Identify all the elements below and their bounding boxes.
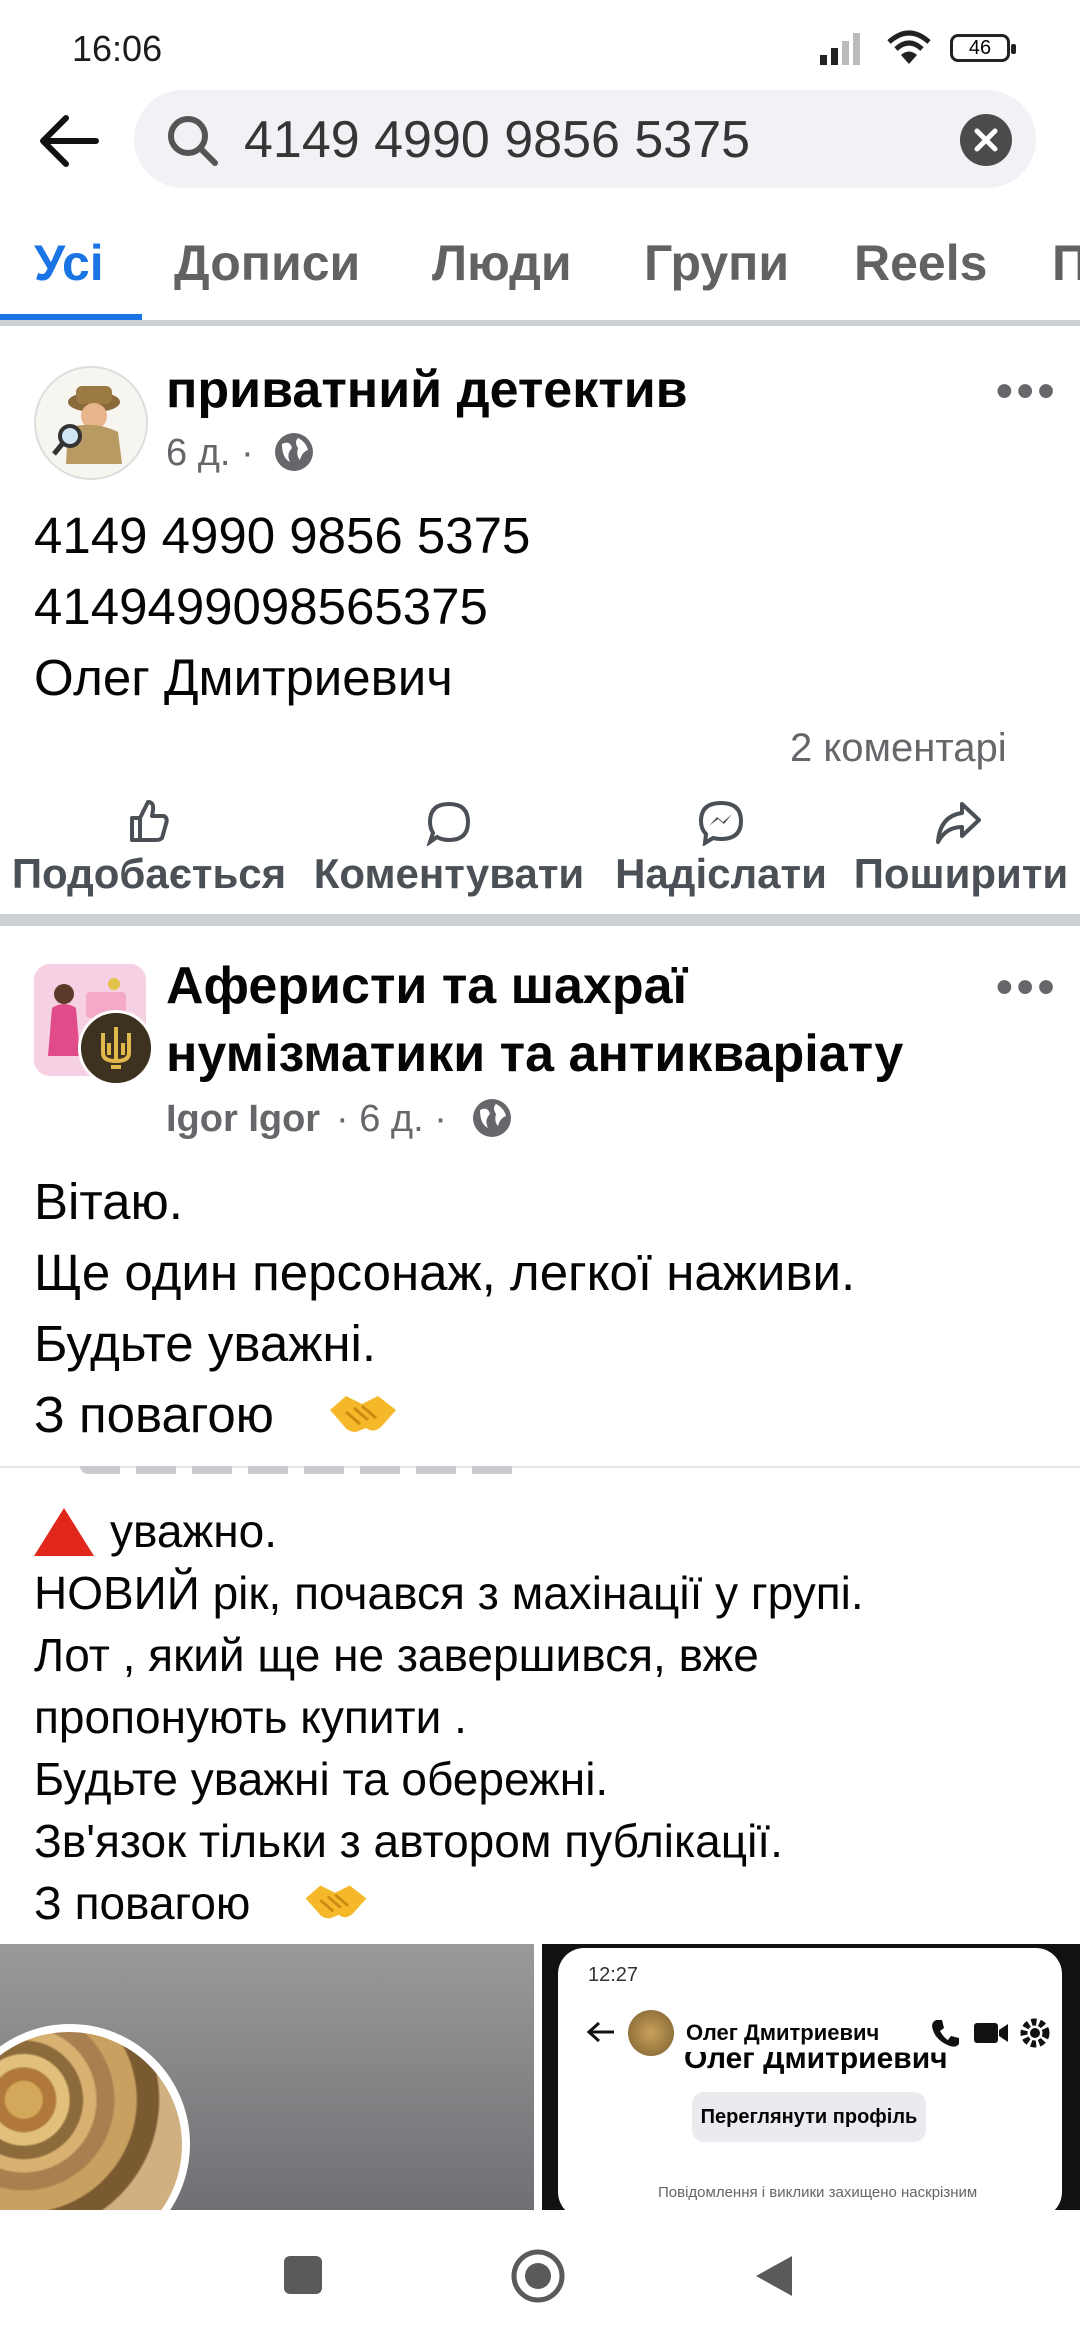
contact-name-cut: Олег Дмитриевич bbox=[684, 2052, 948, 2074]
tab-groups[interactable]: Групи bbox=[644, 234, 789, 292]
shared-text-line: пропонують купити . bbox=[34, 1691, 467, 1743]
post-text-line: Вітаю. bbox=[34, 1173, 183, 1230]
trident-emblem-icon bbox=[81, 1013, 151, 1083]
shared-text-line: уважно. bbox=[110, 1505, 278, 1557]
share-button[interactable]: Поширити bbox=[848, 850, 1074, 898]
shared-text-line: Лот , який ще не завершився, вже bbox=[34, 1629, 759, 1681]
shared-text-line: З повагою bbox=[34, 1877, 251, 1929]
tab-posts[interactable]: Дописи bbox=[174, 234, 360, 292]
back-arrow-icon bbox=[586, 2021, 614, 2043]
video-icon bbox=[974, 2023, 1008, 2043]
post-text-line: 4149 4990 9856 5375 bbox=[34, 507, 531, 564]
search-query: 4149 4990 9856 5375 bbox=[244, 111, 751, 169]
globe-icon bbox=[473, 1099, 511, 1137]
like-icon bbox=[130, 800, 169, 842]
back-arrow-icon[interactable] bbox=[34, 106, 104, 176]
screenshot-time: 12:27 bbox=[588, 1964, 639, 1986]
cut-off-meta bbox=[80, 1466, 520, 1476]
status-time: 16:06 bbox=[72, 28, 163, 69]
battery-level: 46 bbox=[968, 36, 992, 59]
post-meta: · 6 д. · bbox=[336, 1098, 447, 1140]
tab-more[interactable]: П bbox=[1052, 234, 1080, 292]
post-text-line: Ще один персонаж, легкої наживи. bbox=[34, 1244, 856, 1301]
share-icon bbox=[936, 802, 981, 844]
search-icon bbox=[168, 116, 218, 166]
clear-search-button[interactable] bbox=[960, 114, 1012, 166]
avatar[interactable] bbox=[78, 1010, 154, 1086]
post-text-line: 4149499098565375 bbox=[34, 578, 488, 635]
shared-text-line: НОВИЙ рік, почався з махінації у групі. bbox=[34, 1567, 864, 1619]
post-text-line: Олег Дмитриевич bbox=[34, 649, 453, 706]
view-profile-button: Переглянути профіль bbox=[692, 2092, 926, 2142]
like-button[interactable]: Подобається bbox=[6, 850, 292, 898]
back-button[interactable] bbox=[752, 2252, 796, 2300]
tab-all[interactable]: Усі bbox=[34, 234, 104, 292]
handshake-emoji-icon bbox=[305, 1885, 367, 1919]
tab-people[interactable]: Люди bbox=[432, 234, 572, 292]
battery-icon: 46 bbox=[950, 34, 1016, 62]
recent-apps-button[interactable] bbox=[284, 2256, 322, 2294]
group-name[interactable]: Аферисти та шахраї bbox=[166, 952, 687, 1020]
encryption-note: Повідомлення і виклики захищено наскрізн… bbox=[658, 2184, 978, 2201]
post-text-line: Будьте уважні. bbox=[34, 1315, 376, 1372]
post-text-line: З повагою bbox=[34, 1386, 274, 1443]
globe-icon bbox=[275, 433, 313, 471]
comments-count[interactable]: 2 коментарі bbox=[790, 726, 1007, 771]
warning-triangle-icon bbox=[34, 1508, 94, 1556]
comment-button[interactable]: Коментувати bbox=[304, 850, 594, 898]
messenger-icon bbox=[698, 800, 744, 846]
shared-text-line: Будьте уважні та обережні. bbox=[34, 1753, 609, 1805]
search-input[interactable]: 4149 4990 9856 5375 bbox=[134, 90, 1036, 188]
handshake-emoji-icon bbox=[330, 1396, 396, 1432]
phone-icon bbox=[932, 2020, 959, 2047]
post-author[interactable]: приватний детектив bbox=[166, 356, 688, 424]
status-icons: 46 bbox=[818, 30, 1016, 66]
more-options-icon[interactable]: ••• bbox=[996, 364, 1058, 419]
wifi-icon bbox=[887, 30, 931, 64]
group-name[interactable]: нумізматики та антикваріату bbox=[166, 1020, 903, 1088]
home-button[interactable] bbox=[510, 2248, 566, 2304]
signal-icon bbox=[820, 33, 860, 65]
post-author[interactable]: Igor Igor bbox=[166, 1098, 320, 1141]
contact-name: Олег Дмитриевич bbox=[686, 2020, 880, 2045]
contact-avatar bbox=[628, 2010, 674, 2056]
tab-reels[interactable]: Reels bbox=[854, 234, 987, 292]
search-tabs: Усі Дописи Люди Групи Reels П bbox=[0, 224, 1080, 322]
shared-text-line: Зв'язок тільки з автором публікації. bbox=[34, 1815, 783, 1867]
close-icon bbox=[974, 128, 998, 152]
post-photo-coins[interactable] bbox=[0, 1944, 534, 2210]
comment-icon bbox=[426, 801, 471, 846]
tabs-divider bbox=[0, 320, 1080, 326]
post-meta: 6 д. · bbox=[166, 432, 254, 474]
post-photo-screenshot[interactable]: 12:27 Олег Дмитриевич Олег Дмитриевич Пе… bbox=[542, 1944, 1080, 2210]
send-button[interactable]: Надіслати bbox=[608, 850, 834, 898]
system-nav-bar bbox=[0, 2210, 1080, 2340]
detective-avatar-icon bbox=[36, 368, 146, 478]
active-tab-indicator bbox=[0, 314, 142, 320]
more-options-icon[interactable]: ••• bbox=[996, 960, 1058, 1015]
avatar[interactable] bbox=[34, 366, 148, 480]
post-separator bbox=[0, 914, 1080, 926]
gear-icon bbox=[1020, 2018, 1050, 2048]
